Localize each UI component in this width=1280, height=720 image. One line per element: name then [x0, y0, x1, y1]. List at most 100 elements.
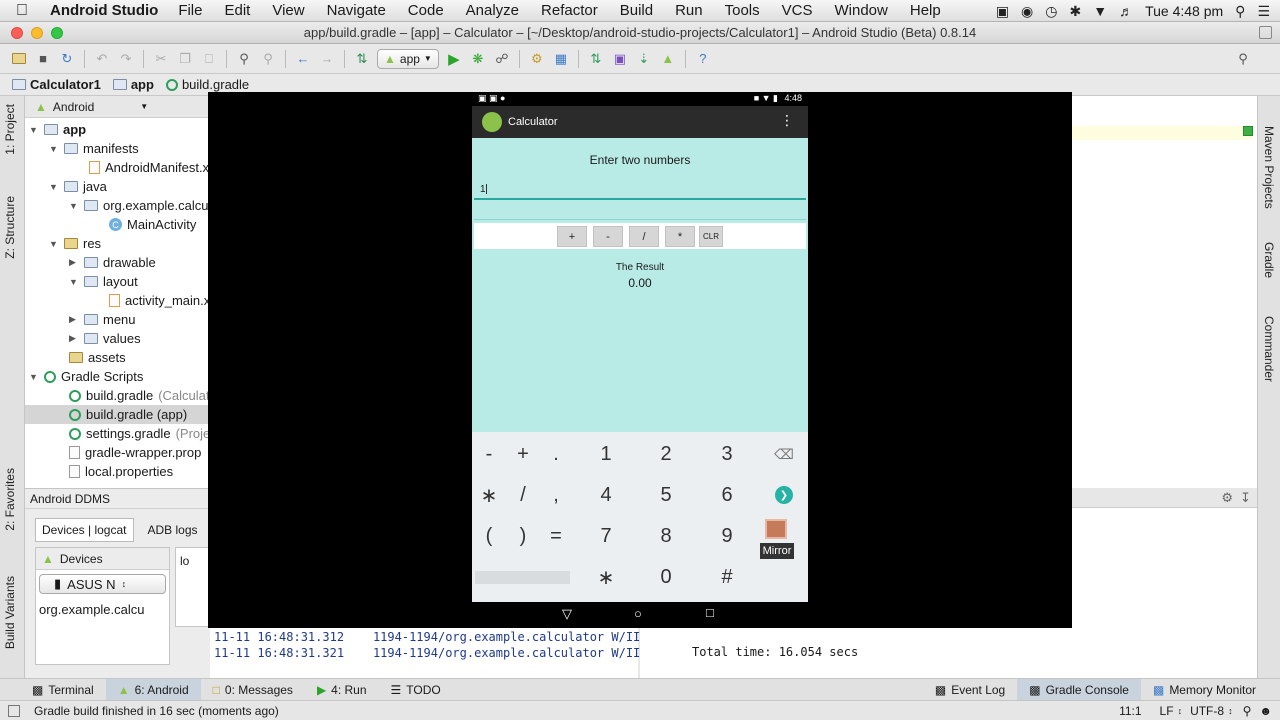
copy-icon[interactable]: ❐	[176, 50, 194, 68]
tab-event-log[interactable]: ▩ Event Log	[923, 679, 1017, 701]
fullscreen-button[interactable]	[1259, 26, 1272, 39]
tab-todo[interactable]: ☰ TODO	[379, 679, 453, 701]
undo-icon[interactable]: ↶	[93, 50, 111, 68]
tree-item-values[interactable]: ▶ values	[69, 329, 141, 348]
menu-help[interactable]: Help	[910, 2, 941, 19]
screen-icon[interactable]: ▣	[996, 3, 1009, 20]
tree-item-build-gradle-project[interactable]: build.gradle (Calculat	[69, 386, 210, 405]
paste-icon[interactable]: ⎕	[200, 50, 218, 68]
menu-window[interactable]: Window	[835, 2, 888, 19]
menu-file[interactable]: File	[178, 2, 202, 19]
tree-item-activity-main[interactable]: activity_main.x	[109, 291, 210, 310]
make-project-icon[interactable]: ⇅	[353, 50, 371, 68]
tree-item-settings-gradle[interactable]: settings.gradle (Proje	[69, 424, 210, 443]
tree-item-app[interactable]: ▼ app	[29, 120, 86, 139]
key-1[interactable]: 1	[586, 436, 626, 472]
tool-tab-favorites[interactable]: 2: Favorites	[3, 468, 17, 531]
menu-code[interactable]: Code	[408, 2, 444, 19]
tool-tab-project[interactable]: 1: Project	[3, 104, 17, 155]
tool-tab-commander[interactable]: Commander	[1262, 316, 1276, 382]
process-item[interactable]: org.example.calcu	[36, 598, 169, 621]
volume-icon[interactable]: ♬	[1119, 3, 1133, 19]
project-view-selector[interactable]: ▲ Android ▼	[25, 96, 210, 118]
tool-tab-maven[interactable]: Maven Projects	[1262, 126, 1276, 209]
backspace-icon[interactable]: ⌫	[764, 436, 804, 472]
tree-item-drawable[interactable]: ▶ drawable	[69, 253, 156, 272]
menu-edit[interactable]: Edit	[224, 2, 250, 19]
time-machine-icon[interactable]: ◷	[1045, 3, 1057, 20]
divide-button[interactable]: /	[629, 226, 659, 247]
key-2[interactable]: 2	[646, 436, 686, 472]
device-select[interactable]: ▮ ASUS N ↕	[39, 574, 166, 594]
cut-icon[interactable]: ✂	[152, 50, 170, 68]
debug-icon[interactable]: ❋	[469, 50, 487, 68]
avd-manager-icon[interactable]: ▣	[611, 50, 629, 68]
key-7[interactable]: 7	[586, 518, 626, 554]
nav-home-icon[interactable]: ○	[634, 606, 642, 621]
breadcrumb-project[interactable]: Calculator1	[12, 77, 109, 92]
clear-button[interactable]: CLR	[699, 226, 723, 247]
monitor-icon[interactable]: ▲	[659, 50, 677, 68]
menubar-clock[interactable]: Tue 4:48 pm	[1145, 3, 1223, 19]
menu-run[interactable]: Run	[675, 2, 703, 19]
settings-gear-icon[interactable]: ⚙	[1221, 490, 1233, 506]
attach-debugger-icon[interactable]: ☍	[493, 50, 511, 68]
tab-run[interactable]: ▶ 4: Run	[305, 679, 379, 701]
menu-tools[interactable]: Tools	[725, 2, 760, 19]
tree-item-gradle-wrapper[interactable]: gradle-wrapper.prop	[69, 443, 201, 462]
breadcrumb-file[interactable]: build.gradle	[165, 77, 257, 92]
run-configuration-select[interactable]: ▲ app ▼	[377, 48, 439, 69]
key-4[interactable]: 4	[586, 477, 626, 513]
enter-key[interactable]: ❯	[764, 477, 804, 513]
apple-icon[interactable]: 	[16, 2, 36, 20]
redo-icon[interactable]: ↷	[117, 50, 135, 68]
inspection-icon[interactable]: ☻	[1259, 704, 1272, 718]
key-comma[interactable]: ,	[536, 477, 576, 513]
logcat-output[interactable]: 11-11 16:48:31.312 1194-1194/org.example…	[210, 628, 640, 678]
search-everywhere-icon[interactable]: ⚲	[1234, 50, 1252, 68]
add-button[interactable]: +	[557, 226, 587, 247]
key-equals[interactable]: =	[536, 518, 576, 554]
file-encoding[interactable]: UTF-8	[1190, 704, 1224, 718]
tab-memory-monitor[interactable]: ▩ Memory Monitor	[1141, 679, 1268, 701]
project-structure-icon[interactable]: ▦	[552, 50, 570, 68]
menu-navigate[interactable]: Navigate	[327, 2, 386, 19]
key-6[interactable]: 6	[707, 477, 747, 513]
find-icon[interactable]: ⚲	[235, 50, 253, 68]
tab-devices-logcat[interactable]: Devices | logcat	[35, 518, 134, 542]
menu-vcs[interactable]: VCS	[782, 2, 813, 19]
menu-refactor[interactable]: Refactor	[541, 2, 598, 19]
nav-back-icon[interactable]: ▽	[562, 606, 572, 622]
tool-tab-build-variants[interactable]: Build Variants	[3, 576, 17, 649]
back-icon[interactable]: ←	[294, 50, 312, 68]
tree-item-manifests[interactable]: ▼ manifests	[49, 139, 139, 158]
key-8[interactable]: 8	[646, 518, 686, 554]
tab-messages[interactable]: □ 0: Messages	[201, 679, 305, 701]
key-5[interactable]: 5	[646, 477, 686, 513]
binoculars-icon[interactable]: ◉	[1021, 3, 1033, 20]
key-0[interactable]: 0	[646, 559, 686, 595]
sdk-manager-icon[interactable]: ⇣	[635, 50, 653, 68]
forward-icon[interactable]: →	[318, 50, 336, 68]
wifi-icon[interactable]: ▼	[1093, 3, 1107, 19]
tree-item-res[interactable]: ▼ res	[49, 234, 101, 253]
tool-tab-structure[interactable]: Z: Structure	[3, 196, 17, 259]
key-3[interactable]: 3	[707, 436, 747, 472]
save-all-icon[interactable]: ■	[34, 50, 52, 68]
tab-android[interactable]: ▲ 6: Android	[105, 678, 201, 701]
run-icon[interactable]: ▶	[445, 50, 463, 68]
spotlight-search-icon[interactable]: ⚲	[1235, 3, 1245, 20]
tree-item-java[interactable]: ▼ java	[49, 177, 107, 196]
overflow-menu-icon[interactable]: ⋮	[780, 112, 794, 129]
line-separator[interactable]: LF	[1160, 704, 1174, 718]
number-input-1[interactable]: 1	[474, 180, 806, 200]
tab-gradle-console[interactable]: ▩ Gradle Console	[1017, 678, 1141, 701]
logcat-tab-stub[interactable]: lo	[175, 547, 210, 627]
sync-gradle-icon[interactable]: ⇅	[587, 50, 605, 68]
breadcrumb-module[interactable]: app	[112, 77, 162, 92]
key-hash[interactable]: #	[707, 559, 747, 595]
tree-item-menu[interactable]: ▶ menu	[69, 310, 136, 329]
tree-item-assets[interactable]: assets	[69, 348, 126, 367]
tree-item-local-properties[interactable]: local.properties	[69, 462, 173, 481]
tool-tab-gradle[interactable]: Gradle	[1262, 242, 1276, 278]
